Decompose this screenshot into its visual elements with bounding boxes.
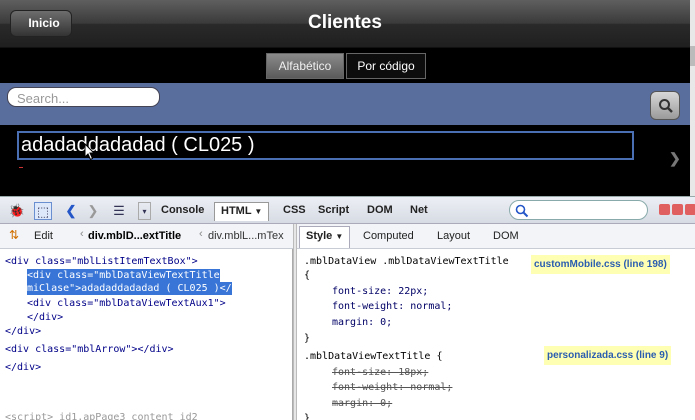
segment-por-codigo[interactable]: Por código: [346, 53, 426, 79]
mobile-app-view: Inicio Clientes Alfabético Por código Se…: [0, 0, 695, 196]
html-line[interactable]: </div>: [27, 311, 63, 324]
css-brace: }: [304, 413, 311, 420]
edit-button[interactable]: Edit: [34, 230, 53, 242]
style-tabs: Style ▼ Computed Layout DOM: [297, 224, 695, 249]
segment-alfabetico[interactable]: Alfabético: [266, 53, 344, 79]
forward-arrow-icon[interactable]: ❯: [84, 202, 102, 220]
tab-html[interactable]: HTML ▼: [214, 202, 270, 221]
detach-icon[interactable]: [672, 204, 683, 215]
css-property-overridden[interactable]: font-size: 18px;: [332, 365, 428, 380]
search-input[interactable]: Search...: [7, 87, 160, 107]
close-icon[interactable]: [685, 204, 695, 215]
html-tree: <div class="mblListItemTextBox"> <div cl…: [0, 249, 293, 420]
css-selector: .mblDataViewTextTitle {: [304, 351, 443, 362]
scrollbar-thumb[interactable]: [690, 46, 695, 66]
segmented-control: Alfabético Por código: [0, 48, 690, 82]
search-placeholder: Search...: [17, 91, 70, 106]
mouse-cursor-icon: [84, 143, 96, 161]
breadcrumb: ⇅ Edit ‹ div.mblD...extTitle ‹ div.mblL.…: [0, 224, 293, 249]
search-icon: [515, 204, 529, 218]
dropdown-arrow-icon[interactable]: ▾: [138, 202, 151, 220]
css-property-overridden[interactable]: margin: 0;: [332, 396, 392, 411]
css-source-link[interactable]: personalizada.css (line 9): [544, 346, 672, 365]
breadcrumb-separator-icon: ‹: [199, 228, 203, 240]
list-item-title: adadaddadadad ( CL025 ): [17, 131, 634, 160]
tab-script[interactable]: Script: [318, 204, 349, 216]
tab-style-dom[interactable]: DOM: [493, 230, 519, 242]
firebug-bug-icon[interactable]: 🐞: [8, 202, 26, 220]
html-line-selected[interactable]: miClase">adadaddadadad ( CL025 )</: [27, 282, 232, 295]
css-property[interactable]: font-size: 22px;: [332, 284, 428, 299]
tab-net[interactable]: Net: [410, 204, 428, 216]
search-button[interactable]: [650, 91, 680, 120]
tab-style[interactable]: Style ▼: [299, 226, 351, 248]
firebug-toolbar: 🐞 ⬚ ❮ ❯ ☰ ▾ Console HTML ▼ CSS Script DO…: [0, 196, 695, 224]
css-source-link[interactable]: customMobile.css (line 198): [531, 255, 670, 274]
tab-html-dropdown-icon: ▼: [254, 207, 263, 216]
css-property-overridden[interactable]: font-weight: normal;: [332, 380, 452, 395]
firebug-search-input[interactable]: [509, 200, 648, 220]
node-tree-icon[interactable]: ⇅: [9, 228, 19, 242]
html-line[interactable]: </div>: [5, 361, 41, 374]
css-brace: {: [304, 270, 311, 281]
inspect-icon[interactable]: ⬚: [34, 202, 52, 220]
html-line[interactable]: <div class="mblListItemTextBox">: [5, 255, 198, 268]
tab-console[interactable]: Console: [161, 204, 204, 216]
css-property[interactable]: font-weight: normal;: [332, 299, 452, 314]
tab-style-dropdown-icon: ▼: [335, 232, 344, 241]
breadcrumb-separator-icon: ‹: [80, 228, 84, 240]
style-pane: Style ▼ Computed Layout DOM .mblDataView…: [297, 224, 695, 420]
app-scrollbar[interactable]: [690, 0, 695, 196]
breadcrumb-parent[interactable]: div.mblL...mTex: [208, 230, 284, 242]
css-brace: }: [304, 333, 311, 344]
tab-computed[interactable]: Computed: [363, 230, 414, 242]
html-line[interactable]: <script> id1.apPage3 content_id2: [5, 411, 198, 420]
chevron-right-icon: ❯: [669, 150, 681, 166]
tab-style-label: Style: [306, 230, 333, 242]
breadcrumb-current[interactable]: div.mblD...extTitle: [88, 230, 181, 242]
search-icon: [659, 99, 673, 113]
html-line[interactable]: <div class="mblArrow"></div>: [5, 343, 174, 356]
css-selector: .mblDataView .mblDataViewTextTitle: [304, 256, 509, 267]
css-rules: .mblDataView .mblDataViewTextTitle custo…: [297, 249, 695, 420]
html-pane: ⇅ Edit ‹ div.mblD...extTitle ‹ div.mblL.…: [0, 224, 293, 420]
minimize-icon[interactable]: [659, 204, 670, 215]
html-line[interactable]: <div class="mblDataViewTextAux1">: [27, 297, 232, 310]
tab-dom[interactable]: DOM: [367, 204, 393, 216]
html-line[interactable]: </div>: [5, 325, 41, 338]
tab-layout[interactable]: Layout: [437, 230, 470, 242]
css-property[interactable]: margin: 0;: [332, 315, 392, 330]
tab-html-label: HTML: [221, 205, 252, 217]
tab-css[interactable]: CSS: [283, 204, 306, 216]
page-title: Clientes: [308, 12, 382, 33]
list-item[interactable]: adadaddadadad ( CL025 ) ❯: [0, 125, 690, 185]
back-arrow-icon[interactable]: ❮: [62, 202, 80, 220]
search-bar: Search...: [0, 83, 690, 125]
list-item-marker: [19, 167, 23, 168]
firebug-panel: 🐞 ⬚ ❮ ❯ ☰ ▾ Console HTML ▼ CSS Script DO…: [0, 196, 695, 420]
menu-list-icon[interactable]: ☰: [110, 202, 128, 220]
html-line-selected[interactable]: <div class="mblDataViewTextTitle: [27, 269, 220, 282]
app-header: Inicio Clientes: [0, 0, 690, 48]
